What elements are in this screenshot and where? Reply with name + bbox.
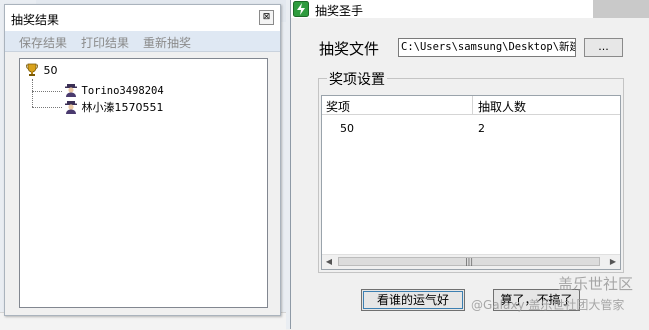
watermark-subtitle: @Galaxy 盖乐世社团大管家: [471, 298, 625, 312]
results-window: 抽奖结果 ⊠ 保存结果 打印结果 重新抽奖 50 Torino3498204 林…: [4, 4, 281, 316]
results-window-title: 抽奖结果: [11, 13, 60, 27]
results-menubar: 保存结果 打印结果 重新抽奖: [5, 31, 280, 52]
menu-item-save-results[interactable]: 保存结果: [19, 34, 67, 51]
winner-name: Torino3498204: [81, 85, 164, 97]
tree-node-root[interactable]: 50: [26, 63, 58, 77]
tree-connector: [32, 91, 62, 92]
file-path-field[interactable]: C:\Users\samsung\Desktop\新建: [398, 38, 576, 57]
prize-list-header: 奖项 抽取人数: [322, 96, 620, 115]
browse-button[interactable]: ...: [584, 38, 623, 57]
winner-name: 林小溱1570551: [81, 101, 164, 114]
horizontal-scrollbar[interactable]: ◀ ||| ▶: [322, 254, 620, 269]
prize-settings-group: 奖项设置 奖项 抽取人数 50 2 ◀ ||| ▶: [318, 69, 624, 273]
scroll-left-icon[interactable]: ◀: [322, 255, 336, 269]
column-divider[interactable]: [472, 96, 473, 114]
menu-item-print-results[interactable]: 打印结果: [81, 34, 129, 51]
user-icon: [65, 84, 77, 97]
scroll-right-icon[interactable]: ▶: [606, 255, 620, 269]
tree-node-winner[interactable]: Torino3498204: [64, 83, 164, 97]
app-icon: [293, 1, 309, 17]
tree-node-winner[interactable]: 林小溱1570551: [64, 99, 164, 115]
file-label: 抽奖文件: [319, 40, 380, 58]
column-header-draw-count[interactable]: 抽取人数: [478, 98, 526, 115]
draw-count-cell: 2: [478, 122, 485, 135]
main-window-title: 抽奖圣手: [315, 4, 364, 18]
results-window-titlebar[interactable]: 抽奖结果 ⊠: [5, 5, 280, 31]
column-header-prize[interactable]: 奖项: [326, 98, 350, 115]
tree-connector: [32, 79, 33, 107]
main-window-titlebar[interactable]: 抽奖圣手: [291, 0, 649, 18]
prize-settings-title: 奖项设置: [327, 69, 387, 89]
close-icon[interactable]: ⊠: [259, 10, 274, 25]
watermark-title: 盖乐世社区: [558, 275, 634, 293]
prize-cell: 50: [340, 122, 354, 135]
user-icon: [65, 101, 77, 114]
trophy-icon: [26, 63, 38, 76]
scrollbar-thumb[interactable]: |||: [338, 257, 600, 266]
window-close-button[interactable]: [593, 0, 649, 18]
menu-item-redraw[interactable]: 重新抽奖: [143, 34, 191, 51]
start-draw-button[interactable]: 看谁的运气好: [361, 289, 465, 311]
tree-connector: [32, 107, 62, 108]
prize-list[interactable]: 奖项 抽取人数 50 2 ◀ ||| ▶: [321, 95, 621, 270]
results-tree[interactable]: 50 Torino3498204 林小溱1570551: [19, 58, 268, 308]
tree-node-root-label: 50: [43, 64, 58, 77]
